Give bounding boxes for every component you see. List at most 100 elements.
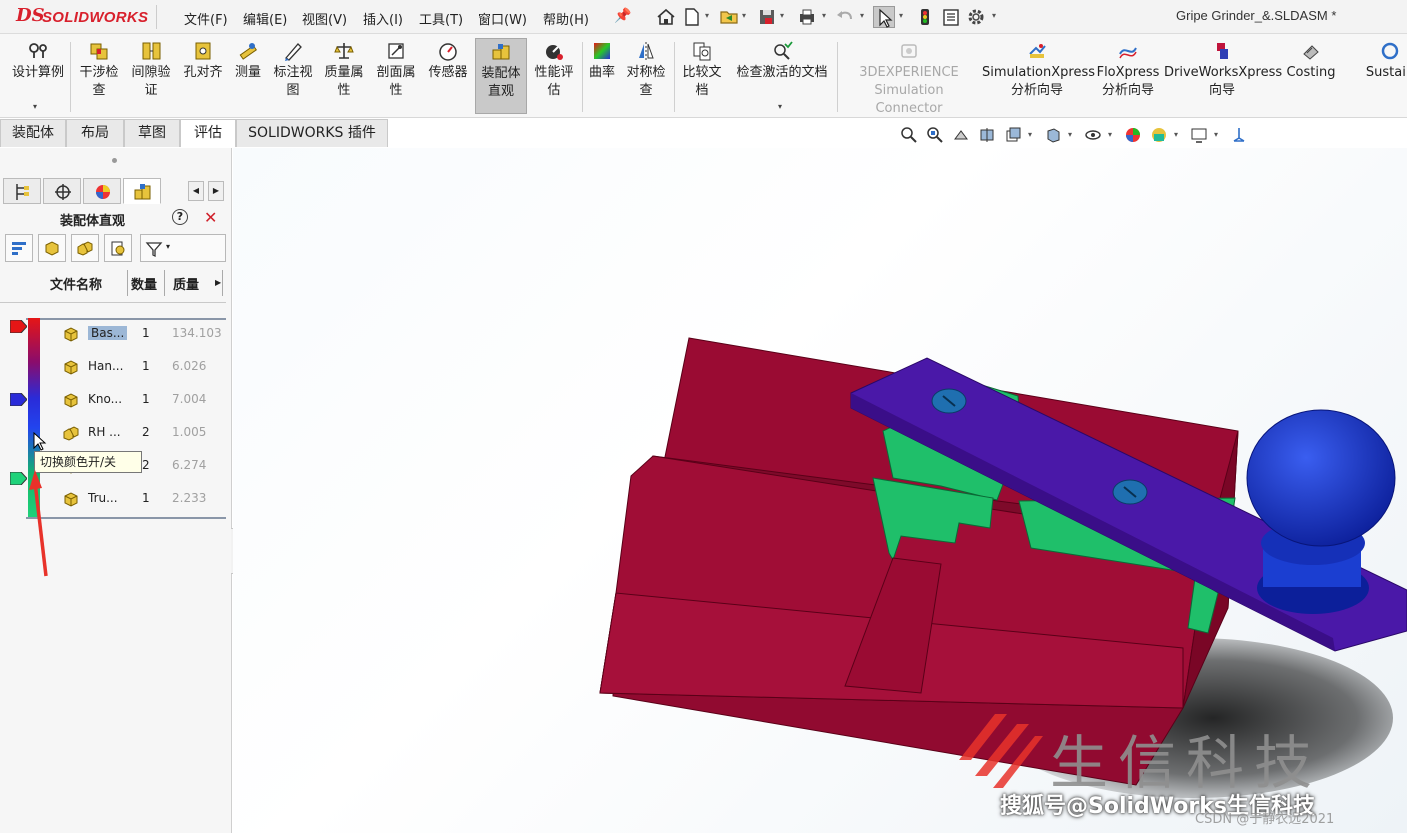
chevron-down-icon[interactable]: ▾ [899,11,903,20]
list-item[interactable]: RH ... 2 1.005 [60,422,226,444]
chevron-down-icon[interactable]: ▾ [1174,130,1178,139]
solidworks-logo[interactable]: DS SOLIDWORKS [12,5,157,29]
menu-view[interactable]: 视图(V) [302,9,347,28]
home-icon[interactable] [655,6,677,28]
tab-assembly[interactable]: 装配体 [0,119,66,147]
column-header-mass[interactable]: 质量 [173,274,199,293]
chevron-down-icon[interactable]: ▾ [742,11,746,20]
chevron-down-icon[interactable]: ▾ [778,102,782,111]
gear-icon[interactable] [965,6,987,28]
feature-tree-tab[interactable] [3,178,41,204]
previous-view-icon[interactable] [952,126,970,144]
chevron-down-icon[interactable]: ▾ [992,11,996,20]
hide-show-items-icon[interactable] [1084,126,1102,144]
menu-help[interactable]: 帮助(H) [543,9,589,28]
chevron-down-icon[interactable]: ▾ [1108,130,1112,139]
markup-view-button[interactable]: 标注视 图 [270,38,316,114]
chevron-down-icon[interactable]: ▾ [822,11,826,20]
low-value-marker[interactable] [10,472,27,485]
view-settings-icon[interactable] [1190,126,1208,144]
menu-file[interactable]: 文件(F) [184,9,228,28]
floxpress-button[interactable]: FloXpress 分析向导 [1096,38,1160,114]
select-cursor-icon[interactable] [873,6,895,28]
interference-check-button[interactable]: 干涉检 查 [74,38,124,114]
assembly-visualization-tab[interactable] [123,178,161,204]
chevron-down-icon[interactable]: ▾ [33,102,37,111]
menu-edit[interactable]: 编辑(E) [243,9,287,28]
triad-icon[interactable] [1230,126,1248,144]
chevron-down-icon[interactable]: ▾ [860,11,864,20]
file-properties-icon[interactable] [940,6,962,28]
measure-button[interactable]: 测量 [230,38,266,114]
close-icon[interactable]: ✕ [204,208,217,227]
apply-scene-icon[interactable] [1150,126,1168,144]
chevron-down-icon[interactable]: ▾ [1214,130,1218,139]
column-divider[interactable] [164,270,165,296]
view-orientation-icon[interactable] [1004,126,1022,144]
menu-insert[interactable]: 插入(I) [363,9,403,28]
high-value-marker[interactable] [10,320,27,333]
tab-scroll-right-button[interactable]: ▶ [208,181,224,201]
panel-grip[interactable] [112,158,117,163]
sustainability-button[interactable]: Sustain [1360,38,1407,114]
tab-layout[interactable]: 布局 [66,119,124,147]
chevron-down-icon[interactable]: ▾ [705,11,709,20]
traffic-light-icon[interactable] [914,6,936,28]
list-view-button[interactable] [5,234,33,262]
zoom-to-fit-icon[interactable] [900,126,918,144]
property-manager-tab[interactable] [43,178,81,204]
pin-icon[interactable]: 📌 [614,8,631,24]
costing-button[interactable]: Costing [1284,38,1338,114]
compare-documents-button[interactable]: 比较文 档 [678,38,726,114]
assembly-visualization-button[interactable]: 装配体 直观 [475,38,527,114]
list-item[interactable]: Han... 1 6.026 [60,356,226,378]
list-item[interactable]: Tru... 1 2.233 [60,488,226,510]
tab-sketch[interactable]: 草图 [124,119,180,147]
mid-value-marker[interactable] [10,393,27,406]
clearance-verification-button[interactable]: 间隙验 证 [126,38,176,114]
open-folder-icon[interactable] [718,6,740,28]
tab-scroll-left-button[interactable]: ◀ [188,181,204,201]
column-divider[interactable] [127,270,128,296]
print-icon[interactable] [796,6,818,28]
chevron-down-icon[interactable]: ▾ [1028,130,1032,139]
chevron-down-icon[interactable]: ▾ [780,11,784,20]
zoom-to-area-icon[interactable] [926,126,944,144]
performance-evaluation-button[interactable]: 性能评 估 [530,38,578,114]
help-icon[interactable]: ? [172,209,188,225]
knob-head[interactable] [1246,409,1396,547]
list-item[interactable]: Kno... 1 7.004 [60,389,226,411]
driveworksxpress-button[interactable]: DriveWorksXpress 向导 [1164,38,1282,114]
mass-properties-button[interactable]: 质量属 性 [320,38,368,114]
chevron-right-icon[interactable]: ▶ [215,278,221,287]
design-study-button[interactable]: 设计算例 [6,38,70,114]
symmetry-check-button[interactable]: 对称检 查 [622,38,670,114]
menu-window[interactable]: 窗口(W) [478,9,527,28]
display-style-icon[interactable] [1044,126,1062,144]
3dexperience-simulation-connector-button[interactable]: 3DEXPERIENCE Simulation Connector [840,38,978,116]
part-name: RH ... [88,425,121,439]
edit-appearance-icon[interactable] [1124,126,1142,144]
display-manager-tab[interactable] [83,178,121,204]
filter-dropdown[interactable]: ▾ [140,234,226,262]
flat-view-button[interactable] [38,234,66,262]
list-item[interactable]: Bas... 1 134.103 [60,323,226,345]
tab-evaluate[interactable]: 评估 [180,119,236,147]
tab-solidworks-addins[interactable]: SOLIDWORKS 插件 [236,119,388,147]
new-document-icon[interactable] [681,6,703,28]
column-header-quantity[interactable]: 数量 [131,274,157,293]
undo-icon[interactable] [834,6,856,28]
simulationxpress-button[interactable]: SimulationXpress 分析向导 [982,38,1095,114]
section-view-icon[interactable] [978,126,996,144]
configuration-view-button[interactable] [104,234,132,262]
column-divider[interactable] [222,270,223,296]
menu-tools[interactable]: 工具(T) [419,9,463,28]
hole-alignment-button[interactable]: 孔对齐 [180,38,226,114]
chevron-down-icon[interactable]: ▾ [1068,130,1072,139]
nested-view-button[interactable] [71,234,99,262]
sensor-button[interactable]: 传感器 [424,38,472,114]
curvature-button[interactable]: 曲率 [586,38,618,114]
save-icon[interactable] [756,6,778,28]
column-header-filename[interactable]: 文件名称 [50,274,102,293]
section-properties-button[interactable]: 剖面属 性 [372,38,420,114]
